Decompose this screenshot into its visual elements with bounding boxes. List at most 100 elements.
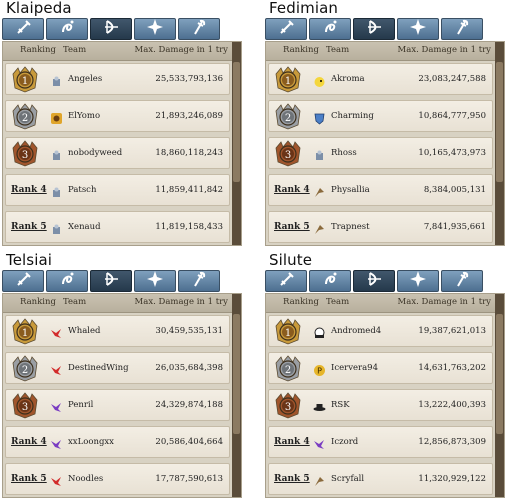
- rank-1-medal-icon: 1: [273, 316, 303, 346]
- team-name[interactable]: Noodles: [68, 474, 103, 484]
- staff-icon: [453, 18, 471, 40]
- armor-icon: [50, 73, 63, 86]
- staff-icon: [453, 270, 471, 292]
- team-name[interactable]: Akroma: [331, 74, 365, 84]
- tab-sword[interactable]: [2, 18, 44, 40]
- team-name[interactable]: Whaled: [68, 326, 100, 336]
- table-row[interactable]: Rank 4 Physallia 8,384,005,131: [268, 174, 493, 206]
- team-name[interactable]: Xenaud: [68, 222, 101, 232]
- team-name[interactable]: DestinedWing: [68, 363, 129, 373]
- table-row[interactable]: Rank 5 Scryfall 11,320,929,122: [268, 463, 493, 495]
- tab-magic-swirl[interactable]: [309, 18, 351, 40]
- purple-dragon-icon: [313, 436, 326, 449]
- header-damage: Max. Damage in 1 try: [397, 297, 491, 307]
- max-damage: 21,893,246,089: [155, 111, 223, 121]
- table-row[interactable]: Rank 5 Xenaud 11,819,158,433: [5, 211, 230, 243]
- class-tabs: [265, 270, 483, 292]
- table-row[interactable]: Rank 4 xxLoongxx 20,586,404,664: [5, 426, 230, 458]
- tab-sword[interactable]: [265, 270, 307, 292]
- team-name[interactable]: RSK: [331, 400, 350, 410]
- tab-shuriken[interactable]: [134, 270, 176, 292]
- red-dragon-icon: [50, 362, 63, 375]
- scrollbar[interactable]: [495, 42, 504, 245]
- tab-shuriken[interactable]: [397, 18, 439, 40]
- table-row[interactable]: 1 Andromed4 19,387,621,013: [268, 315, 493, 347]
- max-damage: 26,035,684,398: [155, 363, 223, 373]
- team-name[interactable]: Rhoss: [331, 148, 357, 158]
- tab-staff[interactable]: [441, 270, 483, 292]
- max-damage: 24,329,874,188: [155, 400, 223, 410]
- bird-icon: [313, 221, 326, 234]
- table-row[interactable]: 1 Whaled 30,459,535,131: [5, 315, 230, 347]
- scrollbar[interactable]: [232, 294, 241, 497]
- table-row[interactable]: 3 nobodyweed 18,860,118,243: [5, 137, 230, 169]
- tab-magic-swirl[interactable]: [46, 18, 88, 40]
- red-dragon-icon: [50, 473, 63, 486]
- table-row[interactable]: 2 P Icervera94 14,631,763,202: [268, 352, 493, 384]
- team-name[interactable]: Trapnest: [331, 222, 370, 232]
- team-name[interactable]: Andromed4: [331, 326, 381, 336]
- table-row[interactable]: Rank 5 Trapnest 7,841,935,661: [268, 211, 493, 243]
- team-name[interactable]: ElYomo: [68, 111, 100, 121]
- scrollbar-thumb[interactable]: [233, 62, 240, 182]
- rank-1-medal-icon: 1: [10, 64, 40, 94]
- team-name[interactable]: xxLoongxx: [68, 437, 114, 447]
- team-name[interactable]: Patsch: [68, 185, 96, 195]
- tab-staff[interactable]: [178, 18, 220, 40]
- scrollbar[interactable]: [232, 42, 241, 245]
- table-row[interactable]: Rank 4 Patsch 11,859,411,842: [5, 174, 230, 206]
- magic-swirl-icon: [58, 270, 76, 292]
- team-name[interactable]: Charming: [331, 111, 374, 121]
- table-row[interactable]: 3 Rhoss 10,165,473,973: [268, 137, 493, 169]
- scrollbar-thumb[interactable]: [233, 314, 240, 434]
- red-dragon-icon: [50, 325, 63, 338]
- scrollbar[interactable]: [495, 294, 504, 497]
- table-row[interactable]: 2 Charming 10,864,777,950: [268, 100, 493, 132]
- team-name[interactable]: nobodyweed: [68, 148, 122, 158]
- gold-p-icon: P: [313, 362, 326, 376]
- magic-swirl-icon: [321, 270, 339, 292]
- table-row[interactable]: 2 DestinedWing 26,035,684,398: [5, 352, 230, 384]
- table-row[interactable]: 1 Angeles 25,533,793,136: [5, 63, 230, 95]
- tab-magic-swirl[interactable]: [46, 270, 88, 292]
- team-name[interactable]: Penril: [68, 400, 93, 410]
- tab-sword[interactable]: [2, 270, 44, 292]
- tab-magic-swirl[interactable]: [309, 270, 351, 292]
- scrollbar-thumb[interactable]: [496, 314, 503, 434]
- tab-bow[interactable]: [353, 270, 395, 292]
- team-name[interactable]: Scryfall: [331, 474, 364, 484]
- rank-3-medal-icon: 3: [10, 138, 40, 168]
- ranking-list: 1 Andromed4 19,387,621,013 2 P Icervera94 14,6…: [268, 315, 493, 497]
- rank-label: Rank 5: [274, 474, 310, 484]
- table-row[interactable]: Rank 5 Noodles 17,787,590,613: [5, 463, 230, 495]
- team-name[interactable]: Angeles: [68, 74, 102, 84]
- table-row[interactable]: 2 ElYomo 21,893,246,089: [5, 100, 230, 132]
- tab-shuriken[interactable]: [397, 270, 439, 292]
- team-name[interactable]: Icervera94: [331, 363, 378, 373]
- table-row[interactable]: 3 RSK 13,222,400,393: [268, 389, 493, 421]
- sword-icon: [14, 270, 32, 292]
- svg-text:1: 1: [285, 328, 291, 339]
- ghost-icon: [313, 325, 326, 338]
- tab-bow[interactable]: [90, 270, 132, 292]
- tab-staff[interactable]: [178, 270, 220, 292]
- tab-sword[interactable]: [265, 18, 307, 40]
- svg-text:3: 3: [285, 402, 291, 413]
- team-name[interactable]: Iczord: [331, 437, 358, 447]
- shuriken-icon: [146, 18, 164, 40]
- header-team: Team: [63, 45, 87, 55]
- tab-bow[interactable]: [353, 18, 395, 40]
- table-row[interactable]: 3 Penril 24,329,874,188: [5, 389, 230, 421]
- armor-icon: [50, 221, 63, 234]
- table-row[interactable]: 1 Akroma 23,083,247,588: [268, 63, 493, 95]
- tab-staff[interactable]: [441, 18, 483, 40]
- table-header: Ranking Team Max. Damage in 1 try: [3, 294, 232, 313]
- tab-bow[interactable]: [90, 18, 132, 40]
- scrollbar-thumb[interactable]: [496, 62, 503, 182]
- team-name[interactable]: Physallia: [331, 185, 370, 195]
- tab-shuriken[interactable]: [134, 18, 176, 40]
- ranking-panel: Klaipeda Ranking Team Max. Damage in 1 try 1…: [0, 0, 246, 246]
- table-row[interactable]: Rank 4 Iczord 12,856,873,309: [268, 426, 493, 458]
- max-damage: 11,859,411,842: [155, 185, 223, 195]
- shuriken-icon: [409, 18, 427, 40]
